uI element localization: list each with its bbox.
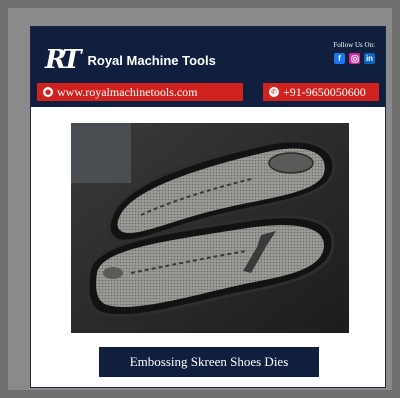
whatsapp-icon: ✆ [269,87,279,97]
logo-mark: RT [45,45,81,75]
promo-card: RT Royal Machine Tools Follow Us On: f i… [30,26,386,388]
product-photo [71,123,349,333]
social-follow: Follow Us On: f in [333,41,375,64]
follow-label: Follow Us On: [333,41,375,49]
company-name: Royal Machine Tools [87,52,216,68]
website-text: www.royalmachinetools.com [57,84,198,99]
linkedin-icon[interactable]: in [364,53,375,64]
company-logo[interactable]: RT Royal Machine Tools [45,45,216,75]
globe-icon: ● [43,87,53,97]
instagram-icon[interactable] [349,53,360,64]
header-banner: RT Royal Machine Tools Follow Us On: f i… [31,27,385,107]
phone-text: +91-9650050600 [283,84,366,99]
phone-link[interactable]: ✆ +91-9650050600 [263,83,379,101]
product-caption: Embossing Skreen Shoes Dies [99,347,319,377]
website-link[interactable]: ● www.royalmachinetools.com [37,83,243,101]
social-icons: f in [333,53,375,64]
contact-row: ● www.royalmachinetools.com ✆ +91-965005… [31,83,385,101]
facebook-icon[interactable]: f [334,53,345,64]
